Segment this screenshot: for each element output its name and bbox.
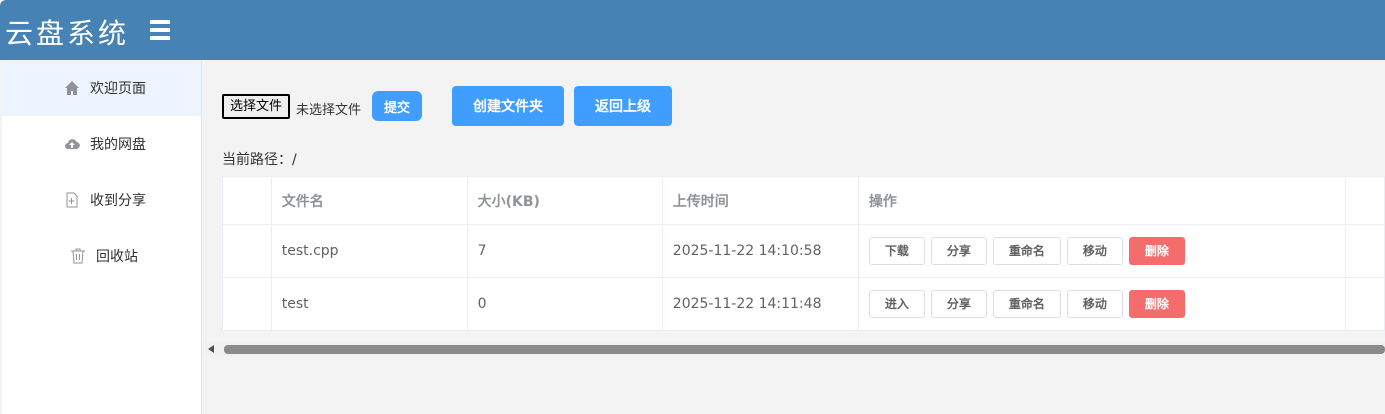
rename-button[interactable]: 重命名 <box>992 237 1061 265</box>
submit-button[interactable]: 提交 <box>372 91 422 121</box>
sidebar-item-welcome[interactable]: 欢迎页面 <box>2 60 201 116</box>
delete-button[interactable]: 删除 <box>1128 237 1185 265</box>
delete-button[interactable]: 删除 <box>1128 290 1185 318</box>
table-row: test.cpp 7 2025-11-22 14:10:58 下载 分享 重命名 移动… <box>222 224 1385 278</box>
file-size: 0 <box>466 277 663 331</box>
select-column <box>222 176 272 225</box>
extra-cell <box>1344 277 1385 331</box>
document-add-icon <box>66 192 78 208</box>
file-table: 文件名 大小(KB) 上传时间 操作 test.cpp 7 2025-11-22… <box>222 176 1385 331</box>
file-size: 7 <box>466 224 663 278</box>
sidebar-item-recycle-bin[interactable]: 回收站 <box>2 228 201 284</box>
go-up-button[interactable]: 返回上级 <box>574 86 672 126</box>
rename-button[interactable]: 重命名 <box>992 290 1061 318</box>
horizontal-scrollbar[interactable] <box>202 342 1385 356</box>
scroll-left-arrow-icon[interactable] <box>208 345 214 353</box>
sidebar-item-my-drive[interactable]: 我的网盘 <box>2 116 201 172</box>
table-row: test 0 2025-11-22 14:11:48 进入 分享 重命名 移动 删除 <box>222 277 1385 331</box>
enter-button[interactable]: 进入 <box>868 290 925 318</box>
path-label: 当前路径： <box>222 152 292 168</box>
extra-column <box>1344 176 1385 225</box>
home-icon <box>65 81 79 95</box>
actions-cell: 进入 分享 重命名 移动 删除 <box>857 277 1346 331</box>
menu-toggle-icon[interactable] <box>146 20 170 40</box>
sidebar-item-label: 收到分享 <box>90 193 146 209</box>
current-path: 当前路径：/ <box>222 149 297 169</box>
file-name: test <box>270 277 468 331</box>
share-button[interactable]: 分享 <box>930 290 987 318</box>
cloud-upload-icon <box>65 139 80 150</box>
column-header: 操作 <box>857 176 1346 225</box>
choose-file-button[interactable]: 选择文件 <box>222 94 291 119</box>
select-cell <box>222 224 272 278</box>
table-header-row: 文件名 大小(KB) 上传时间 操作 <box>222 176 1385 225</box>
main-content: 选择文件 未选择文件 提交 创建文件夹 返回上级 当前路径：/ 文件名 大小(K… <box>202 60 1385 414</box>
share-button[interactable]: 分享 <box>930 237 987 265</box>
path-value: / <box>292 152 297 168</box>
app-title: 云盘系统 <box>5 17 130 50</box>
no-file-text: 未选择文件 <box>296 103 362 118</box>
move-button[interactable]: 移动 <box>1066 237 1123 265</box>
actions-cell: 下载 分享 重命名 移动 删除 <box>857 224 1346 278</box>
create-folder-button[interactable]: 创建文件夹 <box>452 86 564 126</box>
download-button[interactable]: 下载 <box>868 237 925 265</box>
sidebar-item-label: 欢迎页面 <box>90 81 146 97</box>
sidebar-item-label: 回收站 <box>96 249 138 265</box>
move-button[interactable]: 移动 <box>1066 290 1123 318</box>
sidebar-item-label: 我的网盘 <box>90 137 146 153</box>
extra-cell <box>1344 224 1385 278</box>
upload-time: 2025-11-22 14:10:58 <box>661 224 859 278</box>
trash-icon <box>71 248 85 264</box>
app-header: 云盘系统 <box>0 0 1385 60</box>
sidebar: 欢迎页面 我的网盘 收到分享 回收站 <box>2 60 202 414</box>
upload-time: 2025-11-22 14:11:48 <box>661 277 859 331</box>
column-header: 大小(KB) <box>466 176 663 225</box>
select-cell <box>222 277 272 331</box>
scrollbar-thumb[interactable] <box>224 345 1385 354</box>
file-name: test.cpp <box>270 224 468 278</box>
column-header: 文件名 <box>270 176 468 225</box>
sidebar-item-shared[interactable]: 收到分享 <box>2 172 201 228</box>
column-header: 上传时间 <box>661 176 859 225</box>
